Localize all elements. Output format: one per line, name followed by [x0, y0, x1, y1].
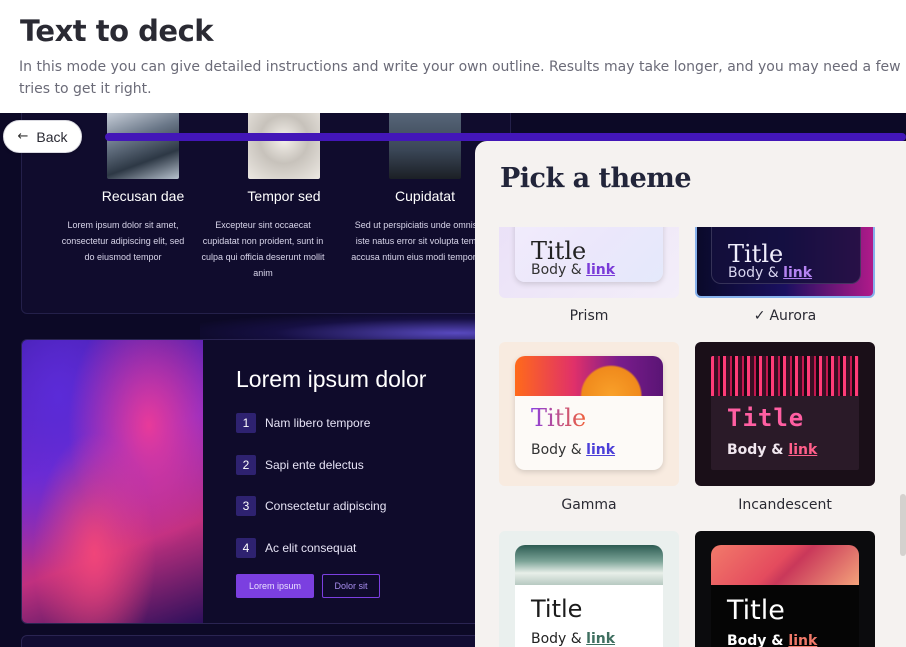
list-label: Ac elit consequat	[265, 541, 357, 555]
theme-name-selected: ✓ Aurora	[753, 308, 817, 324]
theme-grid[interactable]: Title Body & link Prism Title Body & lin…	[475, 227, 906, 647]
theme-tile-aurora[interactable]: Title Body & link	[695, 227, 875, 298]
abstract-swirl-image	[22, 340, 203, 623]
preview-card-next	[21, 635, 511, 647]
theme-sample-body: Body & link	[531, 262, 616, 278]
theme-preview: Title Body & link	[515, 227, 663, 282]
theme-preview: Title Body & link	[711, 356, 859, 470]
mountain-photo	[107, 113, 179, 179]
theme-preview: Title Body & link	[515, 545, 663, 647]
theme-tile-incandescent[interactable]: Title Body & link	[695, 342, 875, 486]
column-text: Sed ut perspiciatis unde omnis iste natu…	[351, 220, 481, 262]
theme-preview: Title Body & link	[711, 227, 861, 284]
theme-sample-title: Title	[727, 404, 805, 432]
theme-sample-title: Title	[531, 595, 583, 623]
theme-sample-title: Title	[727, 595, 785, 626]
night-sky-photo	[389, 113, 461, 179]
preview-card-list: Lorem ipsum dolor 1 Nam libero tempore 2…	[21, 339, 511, 624]
theme-banner-image	[515, 356, 663, 396]
checkmark-icon: ✓	[753, 308, 766, 324]
list-item: 2 Sapi ente delectus	[236, 455, 364, 475]
preview-primary-button: Lorem ipsum	[236, 574, 314, 598]
column-title: Tempor sed	[247, 188, 321, 204]
list-number: 1	[236, 413, 256, 433]
list-label: Sapi ente delectus	[265, 458, 364, 472]
theme-tile-prism[interactable]: Title Body & link	[499, 227, 679, 298]
panel-title: Pick a theme	[500, 163, 692, 194]
theme-sample-title: Title	[531, 237, 587, 265]
theme-sample-body: Body & link	[727, 633, 818, 647]
list-label: Nam libero tempore	[265, 416, 371, 430]
theme-name: Gamma	[561, 497, 617, 513]
list-item: 1 Nam libero tempore	[236, 413, 370, 433]
theme-sample-body: Body & link	[728, 265, 813, 281]
theme-tile[interactable]: Title Body & link	[499, 531, 679, 647]
theme-picker-panel: Pick a theme Title Body & link Prism Tit…	[475, 141, 906, 647]
preview-secondary-button: Dolor sit	[322, 574, 380, 598]
list-number: 2	[236, 455, 256, 475]
column-text: Lorem ipsum dolor sit amet, consectetur …	[61, 220, 185, 262]
preview-card-columns: Recusan dae Tempor sed Cupidatat Lorem i…	[21, 113, 511, 314]
list-item: 4 Ac elit consequat	[236, 538, 356, 558]
column-text: Excepteur sint occaecat cupidatat non pr…	[201, 220, 325, 278]
theme-name: Incandescent	[738, 497, 832, 513]
list-number: 4	[236, 538, 256, 558]
theme-preview: Title Body & link	[711, 545, 859, 647]
theme-sample-title: Title	[531, 404, 587, 432]
column-title: Recusan dae	[101, 188, 185, 204]
astronaut-photo	[248, 113, 320, 179]
list-label: Consectetur adipiscing	[265, 499, 387, 513]
theme-preview: Title Body & link	[515, 356, 663, 470]
list-item: 3 Consectetur adipiscing	[236, 496, 386, 516]
theme-tile[interactable]: Title Body & link	[695, 531, 875, 647]
theme-sample-body: Body & link	[727, 442, 818, 458]
back-button[interactable]: ← Back	[3, 120, 82, 153]
page-title: Text to deck	[20, 14, 214, 48]
theme-banner-image	[515, 545, 663, 585]
progress-bar	[105, 133, 906, 141]
theme-banner-image	[711, 545, 859, 585]
theme-sample-title: Title	[728, 240, 784, 268]
theme-sample-body: Body & link	[531, 631, 616, 647]
arrow-left-icon: ←	[17, 129, 29, 144]
theme-sample-body: Body & link	[531, 442, 616, 458]
app-page: Text to deck In this mode you can give d…	[0, 0, 906, 647]
back-button-label: Back	[36, 128, 68, 145]
list-number: 3	[236, 496, 256, 516]
theme-banner-image	[711, 356, 859, 396]
page-header: Text to deck In this mode you can give d…	[0, 0, 906, 113]
scrollbar-thumb[interactable]	[900, 494, 906, 556]
card-title: Lorem ipsum dolor	[236, 366, 427, 392]
theme-name: Prism	[569, 308, 609, 324]
page-description: In this mode you can give detailed instr…	[19, 59, 901, 97]
theme-tile-gamma[interactable]: Title Body & link	[499, 342, 679, 486]
